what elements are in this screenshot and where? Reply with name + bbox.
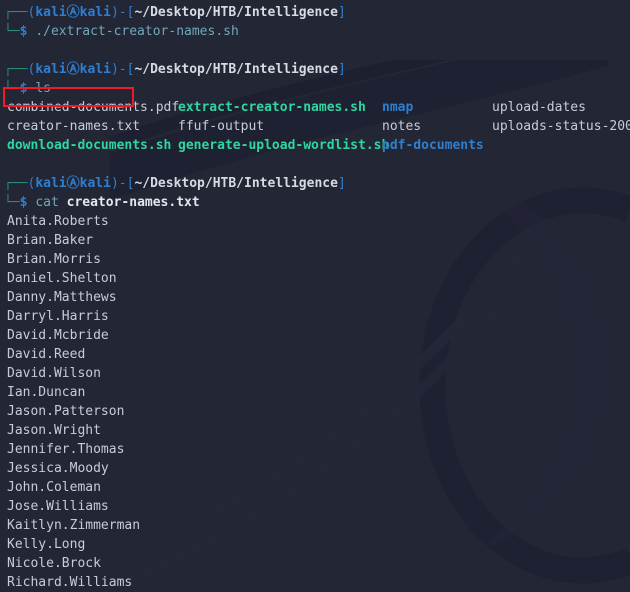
- ls-entry[interactable]: creator-names.txt: [7, 117, 140, 136]
- ls-output: combined-documents.pdf extract-creator-na…: [0, 98, 630, 155]
- prompt-dash: -: [118, 176, 127, 191]
- creator-name-line: Jose.Williams: [7, 499, 109, 514]
- prompt-cwd: ~/Desktop/HTB/Intelligence: [134, 5, 338, 20]
- ls-row: download-documents.sh generate-upload-wor…: [0, 136, 630, 155]
- kali-dragon-icon: Ⓐ: [66, 5, 80, 20]
- kali-dragon-icon: Ⓐ: [66, 62, 80, 77]
- creator-name-line: Jessica.Moody: [7, 461, 109, 476]
- creator-name-line: Kelly.Long: [7, 537, 86, 552]
- creator-name-line: David.Reed: [7, 347, 86, 362]
- ls-entry[interactable]: upload-dates: [492, 98, 586, 117]
- prompt-close-paren: ): [110, 62, 119, 77]
- creator-name-line: Nicole.Brock: [7, 556, 101, 571]
- creator-name-line: David.Mcbride: [7, 328, 109, 343]
- ls-entry[interactable]: generate-upload-wordlist.sh: [178, 136, 389, 155]
- creator-name-line: Jason.Wright: [7, 423, 101, 438]
- prompt-host: kali: [79, 62, 111, 77]
- creator-name-line: Brian.Baker: [7, 233, 94, 248]
- ls-row: combined-documents.pdf extract-creator-na…: [0, 98, 630, 117]
- command-line-3[interactable]: └─$ cat creator-names.txt: [0, 193, 630, 212]
- prompt-close-bracket: ]: [337, 62, 346, 77]
- prompt-connector-top: ┌──: [4, 62, 28, 77]
- terminal-window: ┌──(kaliⒶkali)-[~/Desktop/HTB/Intelligen…: [0, 0, 630, 592]
- prompt-host: kali: [79, 5, 111, 20]
- prompt-dash: -: [118, 62, 127, 77]
- prompt-close-paren: ): [110, 5, 119, 20]
- prompt-connector-bottom: └─: [4, 195, 20, 210]
- prompt-dash: -: [118, 5, 127, 20]
- creator-names-output: Anita.Roberts Brian.Baker Brian.Morris Dani…: [0, 212, 630, 592]
- ls-entry[interactable]: uploads-status-200: [492, 117, 630, 136]
- ls-entry[interactable]: notes: [382, 117, 421, 136]
- command-text-1: ./extract-creator-names.sh: [35, 24, 239, 39]
- prompt-cwd: ~/Desktop/HTB/Intelligence: [134, 62, 338, 77]
- creator-name-line: Richard.Williams: [7, 575, 133, 590]
- prompt-cwd: ~/Desktop/HTB/Intelligence: [134, 176, 338, 191]
- ls-row: creator-names.txt ffuf-output notes uploads…: [0, 117, 630, 136]
- creator-name-line: Jennifer.Thomas: [7, 442, 125, 457]
- prompt-line-top-3: ┌──(kaliⒶkali)-[~/Desktop/HTB/Intelligen…: [0, 174, 630, 193]
- command-line-2[interactable]: └─$ ls: [0, 79, 630, 98]
- prompt-connector-bottom: └─: [4, 81, 20, 96]
- prompt-user: kali: [35, 176, 67, 191]
- ls-entry[interactable]: nmap: [382, 98, 413, 117]
- prompt-connector-top: ┌──: [4, 176, 28, 191]
- ls-entry[interactable]: extract-creator-names.sh: [178, 98, 366, 117]
- creator-name-line: John.Coleman: [7, 480, 101, 495]
- command-line-1[interactable]: └─$ ./extract-creator-names.sh: [0, 22, 630, 41]
- prompt-user: kali: [35, 5, 67, 20]
- prompt-close-bracket: ]: [337, 5, 346, 20]
- creator-name-line: David.Wilson: [7, 366, 101, 381]
- command-text-2: ls: [35, 81, 51, 96]
- prompt-line-top-2: ┌──(kaliⒶkali)-[~/Desktop/HTB/Intelligen…: [0, 60, 630, 79]
- creator-name-line: Danny.Matthews: [7, 290, 117, 305]
- prompt-close-bracket: ]: [337, 176, 346, 191]
- prompt-line-top: ┌──(kaliⒶkali)-[~/Desktop/HTB/Intelligen…: [0, 3, 630, 22]
- ls-entry[interactable]: download-documents.sh: [7, 136, 171, 155]
- prompt-connector-top: ┌──: [4, 5, 28, 20]
- creator-name-line: Kaitlyn.Zimmerman: [7, 518, 141, 533]
- prompt-user: kali: [35, 62, 67, 77]
- prompt-host: kali: [79, 176, 111, 191]
- prompt-connector-bottom: └─: [4, 24, 20, 39]
- creator-name-line: Anita.Roberts: [7, 214, 109, 229]
- creator-name-line: Ian.Duncan: [7, 385, 86, 400]
- ls-entry[interactable]: pdf-documents: [382, 136, 484, 155]
- ls-entry[interactable]: ffuf-output: [178, 117, 264, 136]
- command-text-3: cat: [35, 195, 59, 210]
- kali-dragon-icon: Ⓐ: [66, 176, 80, 191]
- creator-name-line: Daniel.Shelton: [7, 271, 117, 286]
- creator-name-line: Brian.Morris: [7, 252, 101, 267]
- command-arg-3: creator-names.txt: [66, 195, 200, 210]
- creator-name-line: Jason.Patterson: [7, 404, 125, 419]
- ls-entry[interactable]: combined-documents.pdf: [7, 98, 179, 117]
- prompt-close-paren: ): [110, 176, 119, 191]
- creator-name-line: Darryl.Harris: [7, 309, 109, 324]
